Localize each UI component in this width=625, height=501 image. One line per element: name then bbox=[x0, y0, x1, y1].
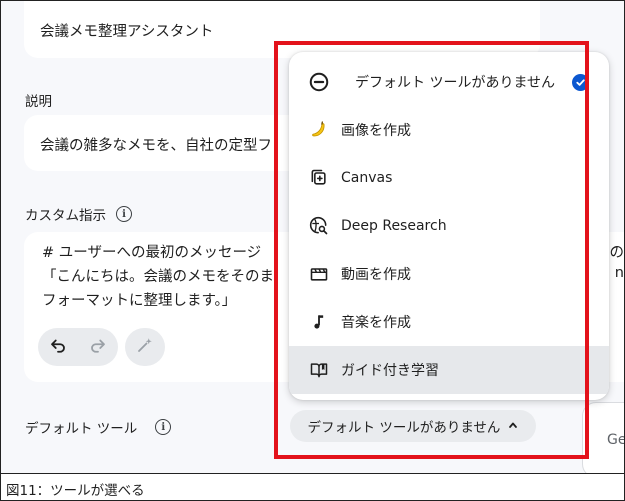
figure-caption: 図11：ツールが選べる bbox=[0, 473, 625, 501]
no-tool-icon bbox=[305, 71, 333, 93]
instruction-line: フォーマットに整理します。」 bbox=[42, 293, 237, 309]
info-icon[interactable]: i bbox=[116, 206, 132, 222]
default-tools-menu: デフォルト ツールがありません 画像を作成 Canvas Deep Resear… bbox=[289, 52, 609, 400]
checkmark-icon bbox=[572, 74, 589, 91]
menu-item-label: Canvas bbox=[341, 170, 393, 186]
instruction-line: 「こんにちは。会議のメモをそのま bbox=[42, 269, 274, 285]
menu-item-canvas[interactable]: Canvas bbox=[289, 154, 609, 202]
default-tools-chip-label: デフォルト ツールがありません bbox=[307, 420, 501, 436]
menu-item-create-video[interactable]: 動画を作成 bbox=[289, 250, 609, 298]
menu-item-label: 音楽を作成 bbox=[341, 315, 411, 331]
default-tools-label: デフォルト ツール bbox=[25, 421, 138, 437]
menu-item-label: ガイド付き学習 bbox=[341, 363, 439, 379]
description-value: 会議の雑多なメモを、自社の定型フ bbox=[40, 138, 272, 154]
menu-item-label: 画像を作成 bbox=[341, 123, 411, 139]
default-tools-dropdown[interactable]: デフォルト ツールがありません bbox=[290, 410, 536, 442]
custom-instructions-header: カスタム指示 i bbox=[25, 204, 132, 224]
default-tools-header: デフォルト ツール i bbox=[25, 417, 172, 437]
video-icon bbox=[305, 264, 333, 284]
side-card-text: Ge bbox=[607, 432, 625, 448]
undo-redo-group bbox=[38, 328, 118, 366]
canvas-icon bbox=[305, 168, 333, 188]
menu-item-label: デフォルト ツールがありません bbox=[355, 75, 556, 91]
menu-item-label: 動画を作成 bbox=[341, 267, 411, 283]
instruction-line-overflow: n bbox=[614, 265, 624, 281]
side-card[interactable]: Ge bbox=[582, 402, 625, 478]
magic-wand-icon bbox=[136, 336, 154, 358]
gem-name-field[interactable]: 会議メモ整理アシスタント bbox=[24, 0, 540, 58]
gem-name-value: 会議メモ整理アシスタント bbox=[40, 24, 214, 40]
banana-icon bbox=[305, 120, 333, 140]
menu-item-guided-learning[interactable]: ガイド付き学習 bbox=[289, 346, 609, 394]
menu-item-label: Deep Research bbox=[341, 218, 447, 234]
undo-icon[interactable] bbox=[49, 336, 67, 358]
guided-learning-icon bbox=[305, 360, 333, 380]
menu-item-create-music[interactable]: 音楽を作成 bbox=[289, 298, 609, 346]
info-icon[interactable]: i bbox=[155, 419, 172, 435]
description-label: 説明 bbox=[25, 94, 52, 110]
music-note-icon bbox=[305, 312, 333, 332]
deep-research-icon bbox=[305, 216, 333, 236]
redo-icon[interactable] bbox=[89, 336, 107, 358]
custom-instructions-label: カスタム指示 bbox=[25, 208, 106, 224]
menu-item-no-tool[interactable]: デフォルト ツールがありません bbox=[289, 58, 609, 106]
magic-wand-button[interactable] bbox=[125, 328, 165, 366]
instruction-line: # ユーザーへの最初のメッセージ bbox=[42, 245, 262, 261]
menu-item-create-image[interactable]: 画像を作成 bbox=[289, 106, 609, 154]
chevron-up-icon bbox=[508, 418, 518, 434]
menu-item-deep-research[interactable]: Deep Research bbox=[289, 202, 609, 250]
